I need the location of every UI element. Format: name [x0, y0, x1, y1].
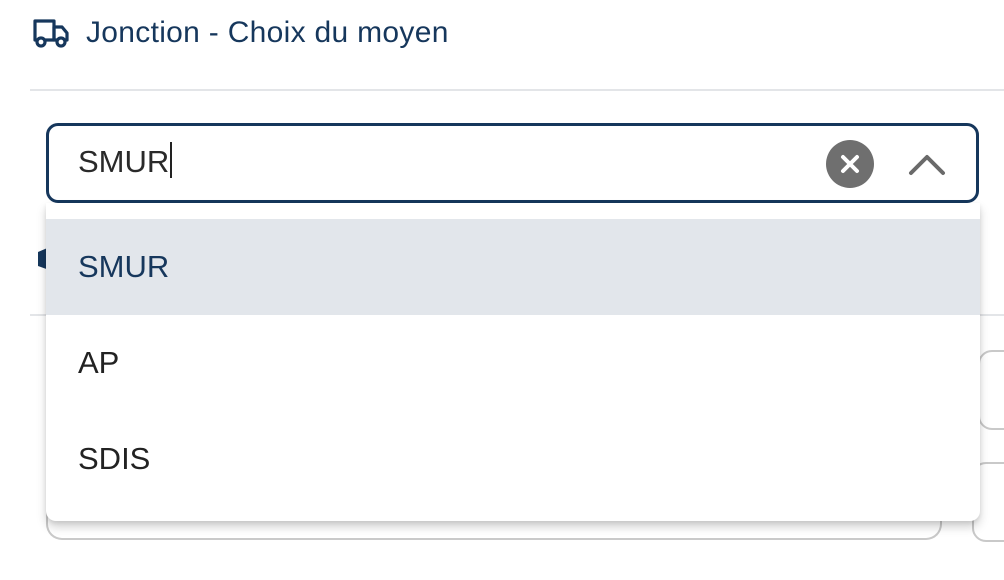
search-input[interactable]: SMUR	[78, 142, 778, 182]
option-ap[interactable]: AP	[46, 315, 980, 411]
option-label: SDIS	[78, 441, 151, 476]
page-title: Jonction - Choix du moyen	[86, 16, 449, 49]
clear-button[interactable]	[826, 140, 874, 188]
header-divider	[30, 89, 1004, 91]
option-smur[interactable]: SMUR	[46, 219, 980, 315]
truck-icon	[32, 16, 70, 50]
search-input-value: SMUR	[78, 144, 170, 179]
options-listbox: SMUR AP SDIS	[46, 203, 980, 521]
chevron-up-icon	[909, 155, 945, 175]
option-sdis[interactable]: SDIS	[46, 411, 980, 507]
page-header: Jonction - Choix du moyen	[0, 0, 1004, 70]
dropdown-toggle-button[interactable]	[905, 146, 949, 182]
background-field-right[interactable]	[978, 350, 1004, 430]
close-icon	[841, 155, 859, 173]
text-caret	[170, 142, 173, 178]
option-label: SMUR	[78, 249, 170, 284]
means-autocomplete[interactable]: SMUR	[46, 123, 979, 203]
option-label: AP	[78, 345, 120, 380]
